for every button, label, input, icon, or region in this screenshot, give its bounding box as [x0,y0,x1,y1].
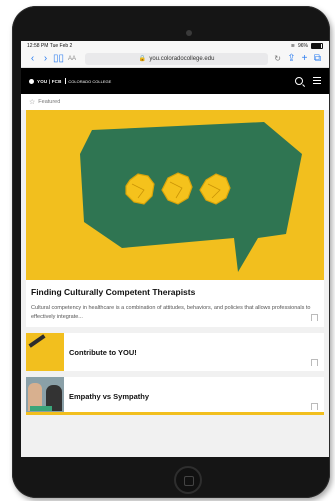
status-bar: 12:58 PM Tue Feb 2 ≋ 96% [21,41,329,50]
front-camera [186,30,192,36]
wifi-icon: ≋ [290,42,295,49]
article-title[interactable]: Finding Culturally Competent Therapists [31,287,319,297]
logo-mark [29,78,34,84]
logo-text: YOU | FCB [37,78,62,84]
back-icon[interactable]: ‹ [26,53,39,64]
menu-icon[interactable] [313,77,321,84]
home-button[interactable] [174,466,202,494]
reload-icon[interactable]: ↻ [274,54,281,63]
url-text: you.coloradocollege.edu [149,55,215,62]
tabs-icon[interactable]: ⧉ [311,53,324,64]
add-icon[interactable]: + [298,53,311,64]
list-item[interactable]: Contribute to YOU! [26,333,324,371]
list-item-title[interactable]: Contribute to YOU! [69,348,137,357]
search-icon[interactable] [295,77,303,85]
page-content: ☆ Featured Finding Culturally Competent … [21,94,329,457]
text-size-button[interactable]: AA [65,56,79,62]
bookmark-icon[interactable] [311,359,318,366]
bookmark-icon[interactable] [311,314,318,321]
article-excerpt: Cultural competency in healthcare is a c… [31,305,311,320]
logo-divider [64,78,66,84]
accent-bar [26,412,324,415]
lock-icon: 🔒 [138,56,147,62]
list-thumbnail [26,333,64,371]
featured-label: Featured [38,99,61,105]
list-item[interactable]: Empathy vs Sympathy [26,377,324,415]
site-logo[interactable]: YOU | FCB COLORADO COLLEGE [29,78,111,84]
bookmark-icon[interactable] [311,403,318,410]
featured-article-card[interactable]: Finding Culturally Competent Therapists … [26,110,324,327]
featured-heading: ☆ Featured [21,94,329,110]
forward-icon[interactable]: › [39,53,52,64]
address-bar[interactable]: 🔒 you.coloradocollege.edu [85,52,269,65]
logo-subtext: COLORADO COLLEGE [68,78,112,84]
share-icon[interactable]: ⇪ [285,53,298,64]
book-icon[interactable]: ▯▯ [52,53,65,64]
battery-icon [311,42,323,49]
battery-percent: 96% [297,42,308,49]
list-item-title[interactable]: Empathy vs Sympathy [69,392,149,401]
site-header: YOU | FCB COLORADO COLLEGE [21,68,329,94]
screen: 12:58 PM Tue Feb 2 ≋ 96% ‹ › ▯▯ AA 🔒 you… [21,41,329,457]
featured-image [26,110,324,280]
star-icon: ☆ [29,99,36,106]
browser-toolbar: ‹ › ▯▯ AA 🔒 you.coloradocollege.edu ↻ ⇪ … [21,50,329,68]
status-time: 12:58 PM Tue Feb 2 [27,42,73,49]
list-thumbnail [26,377,64,415]
